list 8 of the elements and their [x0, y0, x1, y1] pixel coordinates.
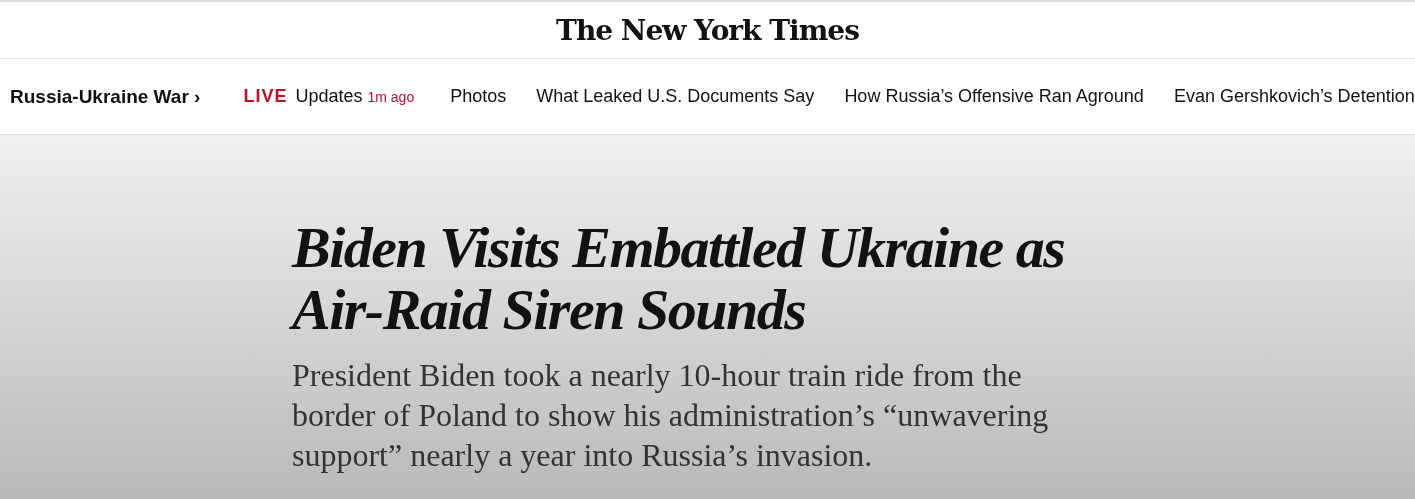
section-link[interactable]: Russia-Ukraine War › [10, 85, 201, 108]
nav-link[interactable]: How Russia’s Offensive Ran Aground [844, 86, 1144, 107]
newspaper-logo[interactable]: The New York Times [556, 13, 859, 47]
nav-link[interactable]: Photos [450, 86, 507, 107]
nav-link[interactable]: Evan Gershkovich’s Detention [1173, 86, 1415, 107]
live-updates-link[interactable]: LIVE Updates 1m ago [243, 86, 415, 107]
nav-link[interactable]: What Leaked U.S. Documents Say [536, 86, 815, 107]
summary-text: President Biden took a nearly 10-hour train ride from the border of Poland to show his administration’s “unwavering support” nearly a year into Russia’s invasion. [292, 356, 1050, 475]
